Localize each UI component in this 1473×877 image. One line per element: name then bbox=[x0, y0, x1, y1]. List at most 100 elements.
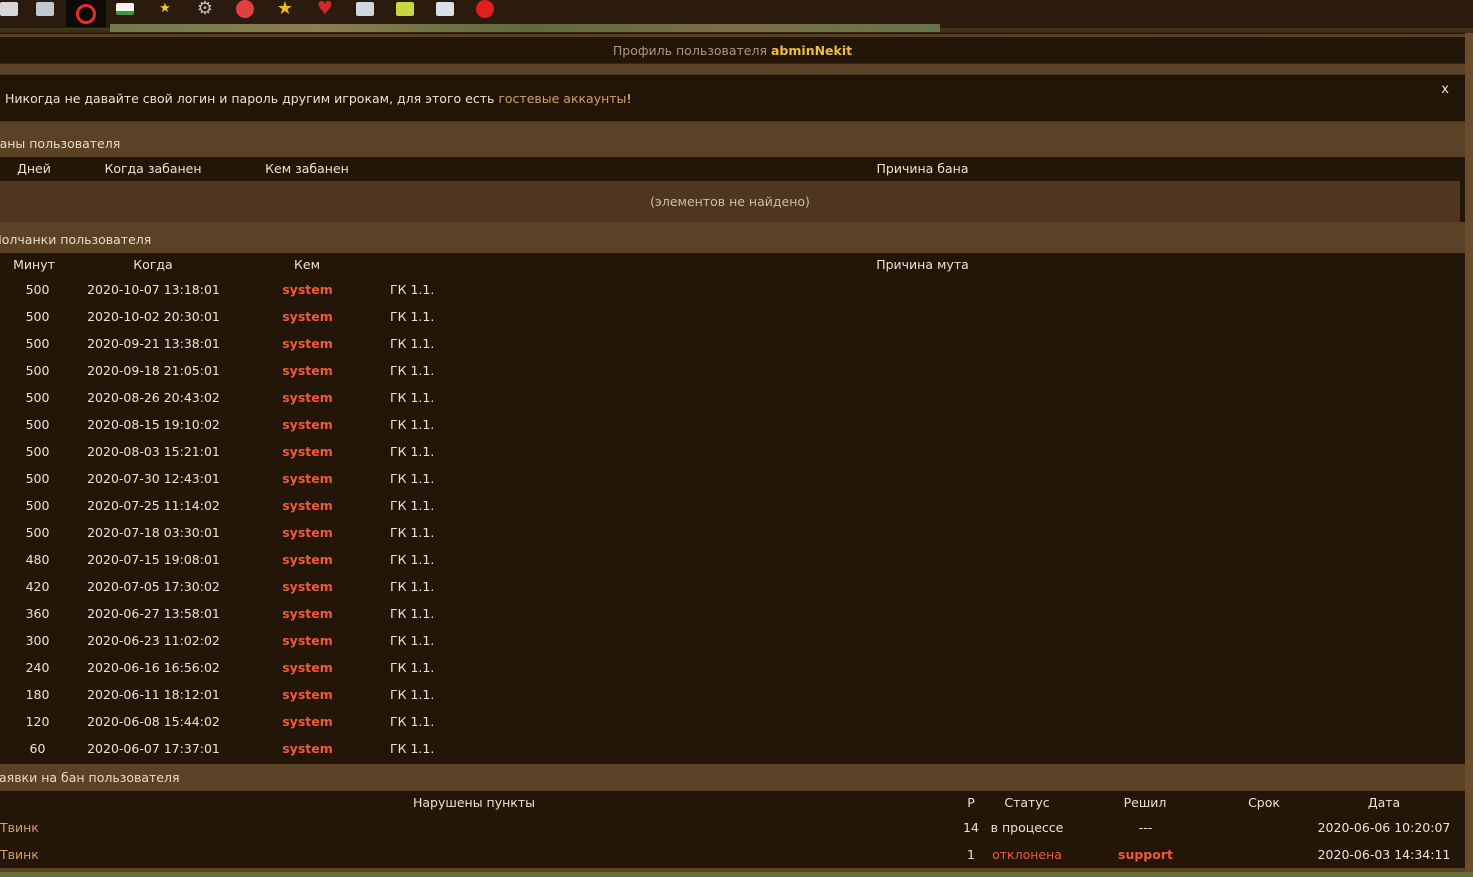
mute-reason: ГК 1.1. bbox=[386, 709, 1460, 734]
save-icon[interactable] bbox=[0, 0, 20, 18]
mute-reason: ГК 1.1. bbox=[386, 304, 1460, 329]
mute-by-link[interactable]: system bbox=[232, 412, 383, 437]
mute-minutes: 500 bbox=[0, 520, 75, 545]
page-scrollbar[interactable] bbox=[1465, 33, 1473, 877]
mute-reason: ГК 1.1. bbox=[386, 358, 1460, 383]
notice-text-after: ! bbox=[626, 91, 632, 106]
requests-col-date: Дата bbox=[1367, 795, 1401, 810]
mute-by-link[interactable]: system bbox=[232, 682, 383, 707]
request-date: 2020-06-06 10:20:07 bbox=[1308, 815, 1460, 840]
ban-requests-table: Нарушены пункты Р Статус Решил Срок Дата… bbox=[0, 791, 1465, 868]
mute-reason: ГК 1.1. bbox=[386, 385, 1460, 410]
list-icon[interactable] bbox=[434, 0, 456, 18]
mutes-col-by: Кем bbox=[294, 257, 320, 272]
mute-when: 2020-06-23 11:02:02 bbox=[78, 628, 229, 653]
mute-reason: ГК 1.1. bbox=[386, 277, 1460, 302]
bans-table: Дней Когда забанен Кем забанен Причина б… bbox=[0, 157, 1465, 222]
mute-when: 2020-09-18 21:05:01 bbox=[78, 358, 229, 383]
mute-by-link[interactable]: system bbox=[232, 736, 383, 761]
mute-by-link[interactable]: system bbox=[232, 601, 383, 626]
mute-by-link[interactable]: system bbox=[232, 439, 383, 464]
request-points-link[interactable]: Твинк bbox=[0, 842, 955, 867]
mute-minutes: 500 bbox=[0, 493, 75, 518]
mute-reason: ГК 1.1. bbox=[386, 331, 1460, 356]
requests-col-decided: Решил bbox=[1123, 795, 1167, 810]
request-term bbox=[1224, 815, 1305, 840]
mute-reason: ГК 1.1. bbox=[386, 682, 1460, 707]
mute-reason: ГК 1.1. bbox=[386, 655, 1460, 680]
mute-minutes: 300 bbox=[0, 628, 75, 653]
mute-reason: ГК 1.1. bbox=[386, 736, 1460, 761]
heart-icon[interactable]: ♥ bbox=[314, 0, 336, 18]
mute-minutes: 500 bbox=[0, 385, 75, 410]
mute-minutes: 500 bbox=[0, 277, 75, 302]
mute-by-link[interactable]: system bbox=[232, 304, 383, 329]
bans-empty-message: (элементов не найдено) bbox=[0, 181, 1460, 222]
mute-when: 2020-06-16 16:56:02 bbox=[78, 655, 229, 680]
block-icon[interactable] bbox=[66, 0, 106, 27]
mute-minutes: 240 bbox=[0, 655, 75, 680]
gear-icon[interactable]: ⚙ bbox=[194, 0, 216, 18]
mute-minutes: 480 bbox=[0, 547, 75, 572]
mutes-table: Минут Когда Кем Причина мута 500 2020-10-… bbox=[0, 253, 1465, 764]
mute-when: 2020-06-07 17:37:01 bbox=[78, 736, 229, 761]
request-status: отклонена bbox=[987, 842, 1067, 867]
toolbar-decoration bbox=[110, 24, 940, 32]
star-small-icon[interactable]: ★ bbox=[154, 0, 176, 18]
mute-when: 2020-08-03 15:21:01 bbox=[78, 439, 229, 464]
mute-by-link[interactable]: system bbox=[232, 547, 383, 572]
request-p: 1 bbox=[958, 842, 984, 867]
edit-icon[interactable] bbox=[394, 0, 416, 18]
mute-minutes: 360 bbox=[0, 601, 75, 626]
mute-reason: ГК 1.1. bbox=[386, 466, 1460, 491]
mute-when: 2020-07-05 17:30:02 bbox=[78, 574, 229, 599]
stats-icon[interactable] bbox=[354, 0, 376, 18]
requests-col-points: Нарушены пункты bbox=[413, 795, 535, 810]
mute-by-link[interactable]: system bbox=[232, 277, 383, 302]
mute-by-link[interactable]: system bbox=[232, 493, 383, 518]
stop-icon[interactable] bbox=[474, 0, 496, 18]
request-decided-by: --- bbox=[1070, 815, 1221, 840]
request-status: в процессе bbox=[987, 815, 1067, 840]
mute-reason: ГК 1.1. bbox=[386, 601, 1460, 626]
mute-reason: ГК 1.1. bbox=[386, 520, 1460, 545]
mute-when: 2020-10-07 13:18:01 bbox=[78, 277, 229, 302]
mute-when: 2020-07-18 03:30:01 bbox=[78, 520, 229, 545]
mute-minutes: 60 bbox=[0, 736, 75, 761]
mute-when: 2020-08-15 19:10:02 bbox=[78, 412, 229, 437]
bans-col-by: Кем забанен bbox=[265, 161, 349, 176]
mute-by-link[interactable]: system bbox=[232, 655, 383, 680]
top-toolbar: ★ ⚙ ★ ♥ bbox=[0, 0, 1473, 34]
request-points-link[interactable]: Твинк bbox=[0, 815, 955, 840]
profile-header-label: Профиль пользователя bbox=[612, 42, 767, 58]
star-icon[interactable]: ★ bbox=[274, 0, 296, 18]
mute-by-link[interactable]: system bbox=[232, 628, 383, 653]
request-term bbox=[1224, 842, 1305, 867]
mute-by-link[interactable]: system bbox=[232, 520, 383, 545]
mute-by-link[interactable]: system bbox=[232, 385, 383, 410]
mute-reason: ГК 1.1. bbox=[386, 439, 1460, 464]
mute-when: 2020-07-25 11:14:02 bbox=[78, 493, 229, 518]
mute-by-link[interactable]: system bbox=[232, 574, 383, 599]
mute-when: 2020-06-08 15:44:02 bbox=[78, 709, 229, 734]
guest-accounts-link[interactable]: гостевые аккаунты bbox=[498, 91, 626, 106]
mute-by-link[interactable]: system bbox=[232, 331, 383, 356]
mute-by-link[interactable]: system bbox=[232, 466, 383, 491]
mute-when: 2020-10-02 20:30:01 bbox=[78, 304, 229, 329]
request-p: 14 bbox=[958, 815, 984, 840]
requests-col-p: Р bbox=[967, 795, 975, 810]
mute-by-link[interactable]: system bbox=[232, 358, 383, 383]
mute-minutes: 420 bbox=[0, 574, 75, 599]
flag-icon[interactable] bbox=[114, 0, 136, 18]
mute-when: 2020-06-27 13:58:01 bbox=[78, 601, 229, 626]
clock-icon[interactable] bbox=[234, 0, 256, 18]
notice-close-button[interactable]: x bbox=[1441, 82, 1449, 97]
mute-minutes: 120 bbox=[0, 709, 75, 734]
mute-minutes: 180 bbox=[0, 682, 75, 707]
mutes-col-reason: Причина мута bbox=[876, 257, 969, 272]
request-decided-by[interactable]: support bbox=[1070, 842, 1221, 867]
profile-username[interactable]: abminNekit bbox=[771, 43, 852, 58]
home-icon[interactable] bbox=[34, 0, 56, 18]
bans-col-reason: Причина бана bbox=[876, 161, 969, 176]
mute-by-link[interactable]: system bbox=[232, 709, 383, 734]
